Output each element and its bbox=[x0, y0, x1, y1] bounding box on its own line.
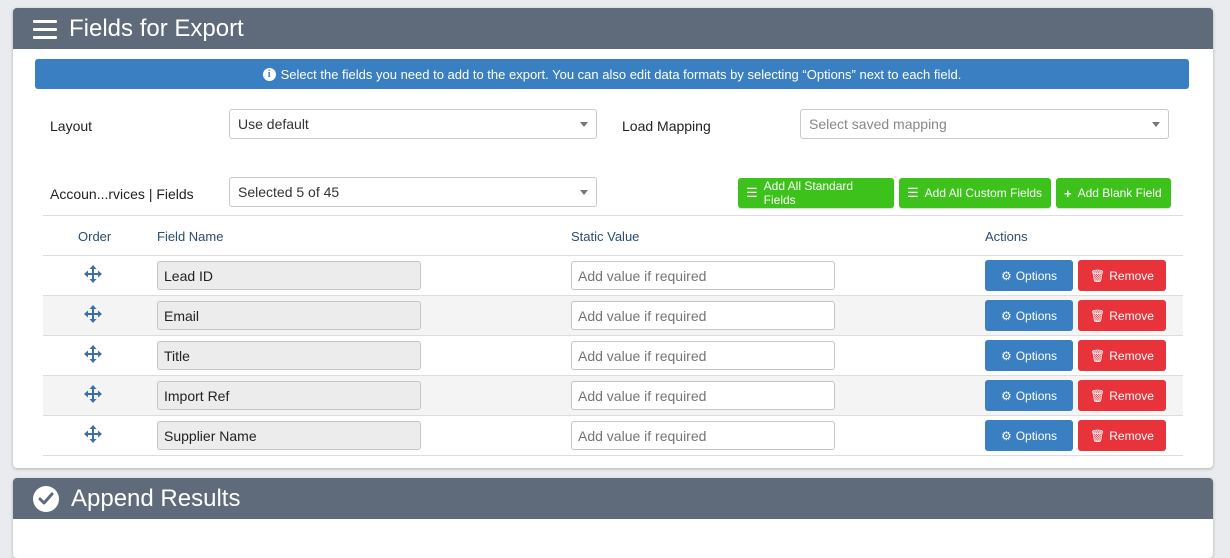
add-blank-label: Add Blank Field bbox=[1077, 186, 1162, 200]
fields-select[interactable]: Selected 5 of 45 bbox=[229, 177, 597, 207]
fields-for-export-panel: Fields for Export i Select the fields yo… bbox=[13, 8, 1213, 468]
remove-button[interactable]: 🗑 Remove bbox=[1078, 300, 1166, 331]
remove-label: Remove bbox=[1109, 428, 1154, 443]
static-value-input[interactable] bbox=[571, 341, 835, 370]
options-button[interactable]: ⚙ Options bbox=[985, 340, 1073, 371]
drag-handle-icon[interactable] bbox=[84, 385, 102, 403]
drag-handle-icon[interactable] bbox=[84, 425, 102, 443]
chevron-down-icon bbox=[580, 122, 588, 127]
list-icon: ☰ bbox=[746, 185, 758, 200]
info-text: Select the fields you need to add to the… bbox=[280, 66, 962, 82]
layout-select-value: Use default bbox=[238, 116, 309, 132]
field-name-input[interactable]: Email bbox=[157, 301, 421, 330]
trash-icon: 🗑 bbox=[1090, 308, 1106, 323]
options-button[interactable]: ⚙ Options bbox=[985, 260, 1073, 291]
static-value-input[interactable] bbox=[571, 301, 835, 330]
fields-label: Accoun...rvices | Fields bbox=[50, 186, 194, 202]
trash-icon: 🗑 bbox=[1090, 428, 1106, 443]
remove-button[interactable]: 🗑 Remove bbox=[1078, 380, 1166, 411]
static-value-input[interactable] bbox=[571, 381, 835, 410]
add-all-standard-fields-button[interactable]: ☰ Add All Standard Fields bbox=[738, 178, 894, 208]
drag-handle-icon[interactable] bbox=[84, 265, 102, 283]
options-label: Options bbox=[1015, 348, 1058, 363]
remove-label: Remove bbox=[1109, 388, 1154, 403]
remove-label: Remove bbox=[1109, 268, 1154, 283]
append-results-panel: Append Results bbox=[13, 478, 1213, 558]
field-name-input[interactable]: Import Ref bbox=[157, 381, 421, 410]
list-ul-icon: ☰ bbox=[907, 185, 919, 200]
options-button[interactable]: ⚙ Options bbox=[985, 420, 1073, 451]
static-value-input[interactable] bbox=[571, 261, 835, 290]
append-panel-title: Append Results bbox=[71, 484, 241, 512]
header-field-name: Field Name bbox=[157, 229, 224, 244]
trash-icon: 🗑 bbox=[1090, 388, 1106, 403]
table-row: Lead ID⚙Options🗑Remove bbox=[43, 256, 1183, 296]
fields-table: Order Field Name Static Value Actions Le… bbox=[43, 215, 1183, 456]
chevron-down-icon bbox=[1152, 122, 1160, 127]
chevron-down-icon bbox=[580, 190, 588, 195]
field-name-input[interactable]: Title bbox=[157, 341, 421, 370]
gear-icon: ⚙ bbox=[1000, 268, 1012, 283]
gear-icon: ⚙ bbox=[1000, 308, 1012, 323]
options-label: Options bbox=[1015, 388, 1058, 403]
export-panel-header[interactable]: Fields for Export bbox=[13, 8, 1213, 49]
add-custom-label: Add All Custom Fields bbox=[924, 186, 1043, 200]
info-icon: i bbox=[262, 67, 276, 81]
remove-button[interactable]: 🗑 Remove bbox=[1078, 340, 1166, 371]
header-static-value: Static Value bbox=[571, 229, 640, 244]
gear-icon: ⚙ bbox=[1000, 388, 1012, 403]
gear-icon: ⚙ bbox=[1000, 428, 1012, 443]
plus-icon: + bbox=[1064, 185, 1072, 201]
info-banner: i Select the fields you need to add to t… bbox=[35, 59, 1189, 89]
header-actions: Actions bbox=[985, 229, 1028, 244]
add-all-custom-fields-button[interactable]: ☰ Add All Custom Fields bbox=[899, 178, 1051, 208]
field-name-input[interactable]: Lead ID bbox=[157, 261, 421, 290]
layout-select[interactable]: Use default bbox=[229, 109, 597, 139]
remove-label: Remove bbox=[1109, 308, 1154, 323]
load-mapping-placeholder: Select saved mapping bbox=[809, 116, 947, 132]
remove-label: Remove bbox=[1109, 348, 1154, 363]
static-value-input[interactable] bbox=[571, 421, 835, 450]
export-panel-title: Fields for Export bbox=[69, 14, 244, 42]
drag-handle-icon[interactable] bbox=[84, 345, 102, 363]
drag-handle-icon[interactable] bbox=[84, 305, 102, 323]
remove-button[interactable]: 🗑 Remove bbox=[1078, 420, 1166, 451]
options-label: Options bbox=[1015, 268, 1058, 283]
load-mapping-select[interactable]: Select saved mapping bbox=[800, 109, 1169, 139]
header-order: Order bbox=[78, 229, 112, 244]
options-label: Options bbox=[1015, 428, 1058, 443]
trash-icon: 🗑 bbox=[1090, 268, 1106, 283]
table-row: Email⚙Options🗑Remove bbox=[43, 296, 1183, 336]
add-standard-label: Add All Standard Fields bbox=[763, 179, 854, 207]
gear-icon: ⚙ bbox=[1000, 348, 1012, 363]
options-label: Options bbox=[1015, 308, 1058, 323]
trash-icon: 🗑 bbox=[1090, 348, 1106, 363]
field-name-input[interactable]: Supplier Name bbox=[157, 421, 421, 450]
table-row: Title⚙Options🗑Remove bbox=[43, 336, 1183, 376]
remove-button[interactable]: 🗑 Remove bbox=[1078, 260, 1166, 291]
options-button[interactable]: ⚙ Options bbox=[985, 380, 1073, 411]
table-row: Import Ref⚙Options🗑Remove bbox=[43, 376, 1183, 416]
load-mapping-label: Load Mapping bbox=[622, 118, 711, 134]
fields-select-value: Selected 5 of 45 bbox=[238, 184, 340, 200]
add-blank-field-button[interactable]: + Add Blank Field bbox=[1056, 178, 1171, 208]
append-panel-header[interactable]: Append Results bbox=[13, 478, 1213, 519]
table-header: Order Field Name Static Value Actions bbox=[43, 215, 1183, 256]
options-button[interactable]: ⚙ Options bbox=[985, 300, 1073, 331]
hamburger-menu-icon[interactable] bbox=[33, 19, 57, 39]
table-row: Supplier Name⚙Options🗑Remove bbox=[43, 416, 1183, 456]
check-circle-icon bbox=[33, 485, 59, 512]
layout-label: Layout bbox=[50, 118, 93, 134]
